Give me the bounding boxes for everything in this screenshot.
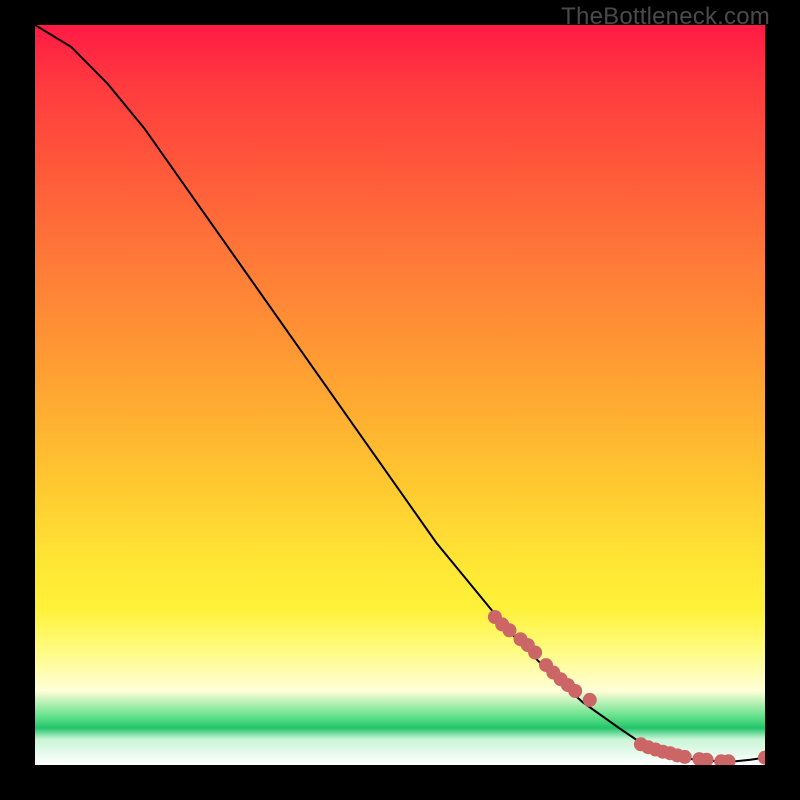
marker-point: [678, 750, 692, 764]
marker-point: [528, 646, 542, 660]
chart-svg: [35, 25, 765, 765]
plot-area: [35, 25, 765, 765]
marker-group: [488, 610, 765, 765]
chart-container: TheBottleneck.com: [0, 0, 800, 800]
curve-line: [35, 25, 765, 761]
marker-point: [503, 623, 517, 637]
marker-point: [568, 684, 582, 698]
marker-point: [583, 693, 597, 707]
marker-point: [758, 751, 765, 765]
